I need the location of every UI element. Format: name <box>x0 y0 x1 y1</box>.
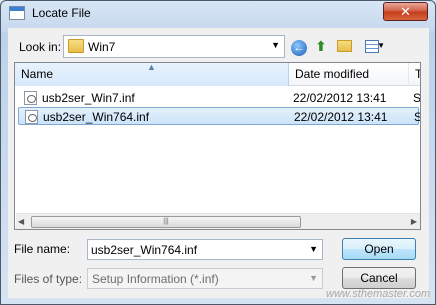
chevron-down-icon[interactable]: ▼ <box>309 244 318 254</box>
look-in-value: Win7 <box>88 40 116 54</box>
sort-up-icon: ▲ <box>147 62 156 72</box>
back-arrow-icon[interactable]: ← <box>289 36 309 56</box>
column-header-date-modified[interactable]: Date modified <box>289 63 409 86</box>
file-type-label: Files of type: <box>14 272 83 286</box>
file-list[interactable]: ▲ Name Date modified Ty usb2ser_Win7.inf… <box>14 62 421 230</box>
column-date-label: Date modified <box>295 67 370 81</box>
file-name-input[interactable] <box>91 242 301 257</box>
open-button[interactable]: Open <box>342 238 416 260</box>
file-type-select: Setup Information (*.inf) ▼ <box>87 268 323 289</box>
file-name-combo[interactable]: ▼ <box>87 239 323 260</box>
column-type-label: Ty <box>415 67 420 81</box>
look-in-label: Look in: <box>19 40 62 54</box>
folder-icon <box>68 39 84 53</box>
setup-file-icon <box>24 91 37 105</box>
column-header-type[interactable]: Ty <box>409 63 420 86</box>
list-header: ▲ Name Date modified Ty <box>15 63 420 86</box>
scrollbar-thumb[interactable]: ||| <box>31 216 301 228</box>
file-type: Se <box>414 108 420 126</box>
new-folder-icon[interactable] <box>334 36 354 56</box>
file-type: Se <box>413 91 421 105</box>
column-name-label: Name <box>21 67 54 81</box>
views-menu-icon[interactable]: ▼ <box>359 36 385 56</box>
file-name: usb2ser_Win764.inf <box>43 110 150 124</box>
look-in-combo[interactable]: Win7 ▼ <box>63 35 285 58</box>
window-app-icon <box>9 6 25 20</box>
cancel-button[interactable]: Cancel <box>342 267 416 289</box>
file-date: 22/02/2012 13:41 <box>293 91 387 105</box>
chevron-down-icon[interactable]: ▼ <box>271 40 280 50</box>
file-date: 22/02/2012 13:41 <box>294 110 388 124</box>
column-header-name[interactable]: ▲ Name <box>15 63 289 86</box>
up-folder-icon[interactable]: ⬆ <box>311 36 331 56</box>
watermark-text: www.sthemaster.com <box>326 288 431 300</box>
scroll-right-icon[interactable]: ▶ <box>411 217 417 226</box>
file-name-label: File name: <box>14 242 71 256</box>
window-title: Locate File <box>32 6 91 20</box>
file-name: usb2ser_Win7.inf <box>42 91 135 105</box>
setup-file-icon <box>25 110 38 124</box>
list-item-selected[interactable]: usb2ser_Win764.inf 22/02/2012 13:41 Se <box>18 107 420 126</box>
title-bar[interactable]: Locate File ✕ <box>1 1 435 27</box>
close-button[interactable]: ✕ <box>383 2 428 21</box>
scroll-left-icon[interactable]: ◀ <box>18 217 24 226</box>
horizontal-scrollbar[interactable]: ◀ ||| ▶ <box>16 213 420 229</box>
file-type-value: Setup Information (*.inf) <box>92 272 219 286</box>
list-item[interactable]: usb2ser_Win7.inf 22/02/2012 13:41 Se <box>18 89 421 107</box>
chevron-down-icon: ▼ <box>309 273 318 283</box>
